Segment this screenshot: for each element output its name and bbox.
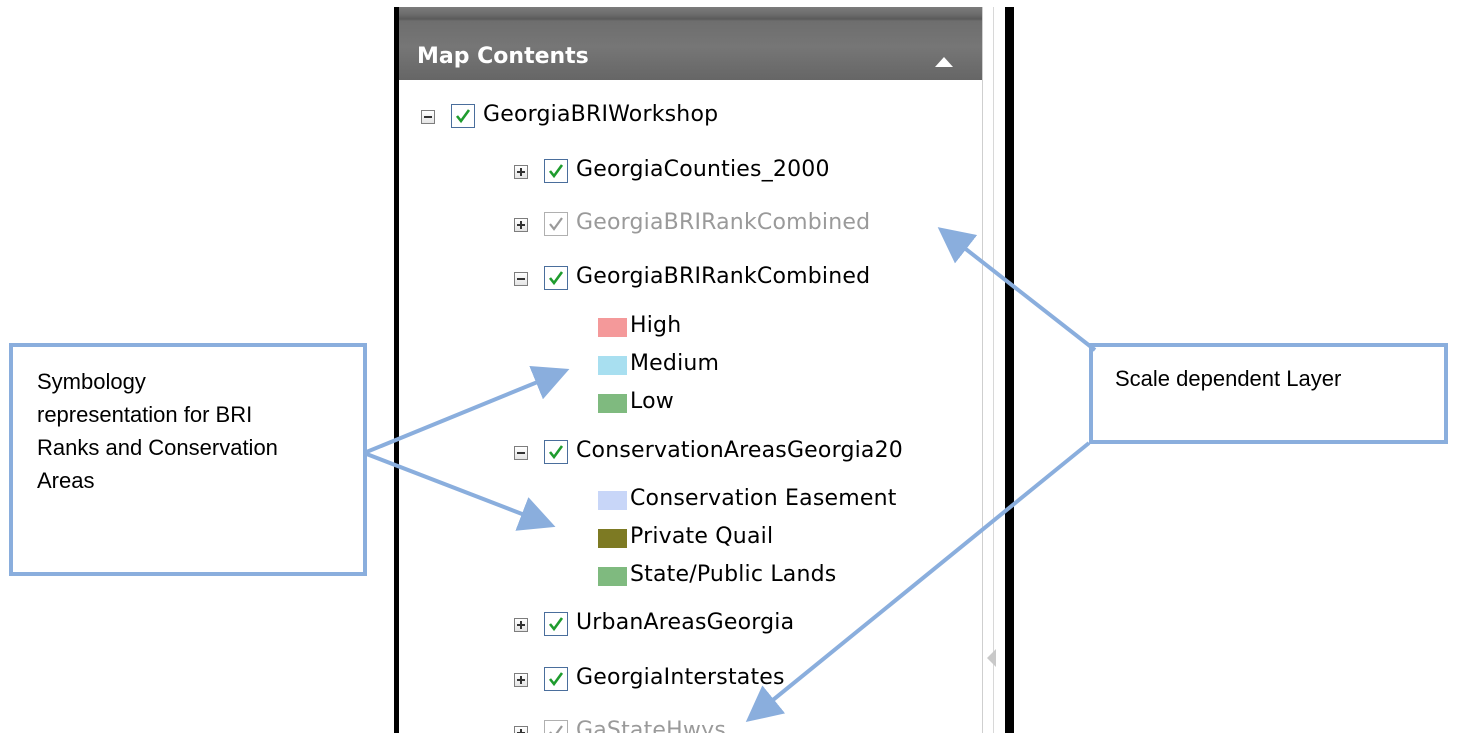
checkmark-icon xyxy=(455,109,471,124)
expand-icon[interactable] xyxy=(514,673,528,687)
callout-symbology-line-2: representation for BRI xyxy=(37,402,253,427)
collapse-icon[interactable] xyxy=(514,446,528,460)
legend-swatch-high xyxy=(598,318,627,337)
callout-scale-text: Scale dependent Layer xyxy=(1115,366,1342,391)
layer-checkbox-root[interactable] xyxy=(451,104,475,128)
expand-icon[interactable] xyxy=(514,618,528,632)
layer-checkbox-state-hwys[interactable] xyxy=(544,720,568,733)
checkmark-dimmed-icon xyxy=(549,217,563,231)
layer-label-state-hwys: GaStateHwys xyxy=(576,718,726,733)
layer-label-bri: GeorgiaBRIRankCombined xyxy=(576,264,871,289)
legend-swatch-private-quail xyxy=(598,529,627,548)
callout-symbology-line-3: Ranks and Conservation xyxy=(37,435,278,460)
checkmark-icon xyxy=(548,271,564,286)
legend-label-medium: Medium xyxy=(630,351,720,376)
checkmark-icon xyxy=(548,617,564,632)
panel-title: Map Contents xyxy=(417,44,589,69)
layer-checkbox-counties[interactable] xyxy=(544,159,568,183)
legend-label-low: Low xyxy=(630,389,674,414)
layer-label-counties: GeorgiaCounties_2000 xyxy=(576,157,830,182)
splitter-collapse-icon[interactable] xyxy=(987,649,996,667)
layer-label-conservation: ConservationAreasGeorgia20 xyxy=(576,438,903,463)
legend-label-high: High xyxy=(630,313,682,338)
legend-label-conservation-easement: Conservation Easement xyxy=(630,486,897,511)
callout-symbology-line-1: Symbology xyxy=(37,369,146,394)
expand-icon[interactable] xyxy=(514,726,528,733)
expand-icon[interactable] xyxy=(514,165,528,179)
checkmark-icon xyxy=(548,672,564,687)
collapse-icon[interactable] xyxy=(514,272,528,286)
layer-checkbox-conservation[interactable] xyxy=(544,440,568,464)
legend-label-private-quail: Private Quail xyxy=(630,524,774,549)
panel-splitter[interactable] xyxy=(982,7,1005,733)
layer-label-root: GeorgiaBRIWorkshop xyxy=(483,102,719,127)
layer-checkbox-interstates[interactable] xyxy=(544,667,568,691)
collapse-up-icon[interactable] xyxy=(935,57,953,67)
map-contents-body: Map Contents GeorgiaBRIWorkshop GeorgiaC… xyxy=(399,7,983,733)
checkmark-dimmed-icon xyxy=(549,725,563,733)
layer-label-bri-scale-dependent: GeorgiaBRIRankCombined xyxy=(576,210,871,235)
layer-checkbox-bri[interactable] xyxy=(544,266,568,290)
callout-scale-dependent: Scale dependent Layer xyxy=(1089,343,1448,444)
collapse-icon[interactable] xyxy=(421,110,435,124)
legend-swatch-low xyxy=(598,394,627,413)
legend-label-state-public-lands: State/Public Lands xyxy=(630,562,837,587)
legend-swatch-medium xyxy=(598,356,627,375)
legend-swatch-state-public-lands xyxy=(598,567,627,586)
layer-label-interstates: GeorgiaInterstates xyxy=(576,665,785,690)
layer-label-urban: UrbanAreasGeorgia xyxy=(576,610,795,635)
panel-titlebar: Map Contents xyxy=(399,7,982,80)
layer-checkbox-urban[interactable] xyxy=(544,612,568,636)
callout-symbology: Symbology representation for BRI Ranks a… xyxy=(9,343,367,576)
legend-swatch-conservation-easement xyxy=(598,491,627,510)
map-contents-panel: Map Contents GeorgiaBRIWorkshop GeorgiaC… xyxy=(394,7,1014,733)
callout-symbology-line-4: Areas xyxy=(37,468,95,493)
layer-checkbox-bri-scale-dependent[interactable] xyxy=(544,212,568,236)
checkmark-icon xyxy=(548,164,564,179)
expand-icon[interactable] xyxy=(514,218,528,232)
checkmark-icon xyxy=(548,445,564,460)
